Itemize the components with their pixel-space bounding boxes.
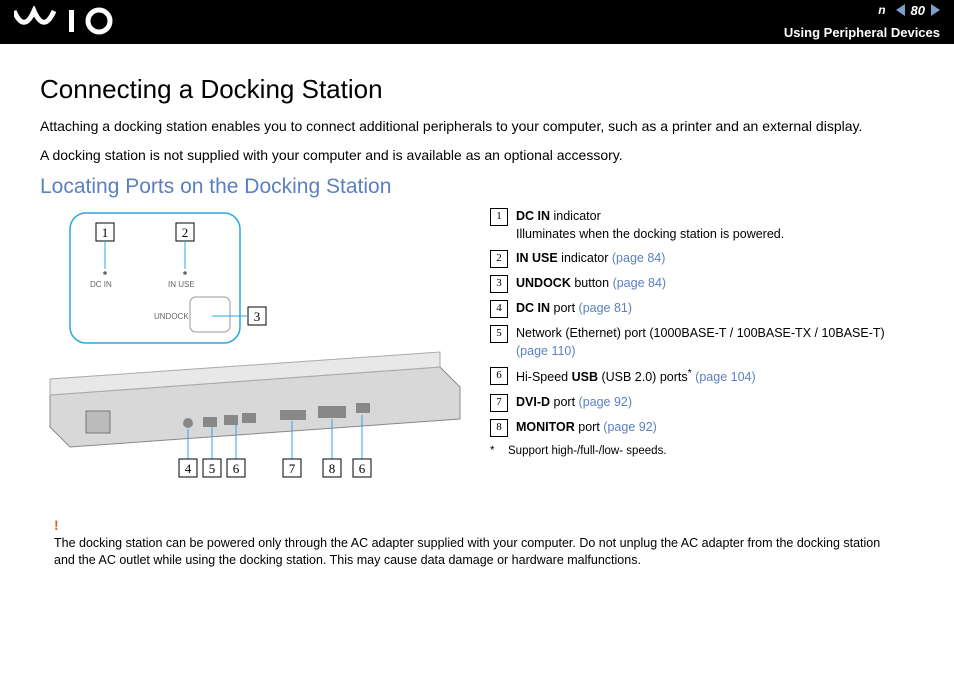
intro-paragraph-2: A docking station is not supplied with y… (40, 146, 914, 165)
ports-legend: 1 DC IN indicatorIlluminates when the do… (490, 207, 914, 459)
legend-text: Network (Ethernet) port (1000BASE-T / 10… (516, 324, 914, 360)
legend-item-6: 6 Hi-Speed USB (USB 2.0) ports* (page 10… (490, 366, 914, 386)
callout-3: 3 (254, 309, 261, 324)
n-mark: n (874, 2, 889, 18)
label-dc-in: DC IN (90, 280, 112, 289)
legend-num: 8 (490, 419, 508, 437)
section-title: Using Peripheral Devices (784, 25, 940, 40)
page-navigation: n 80 (874, 2, 940, 18)
legend-item-7: 7 DVI-D port (page 92) (490, 393, 914, 412)
label-in-use: IN USE (168, 280, 195, 289)
footnote-mark: * (490, 443, 498, 460)
warning-text: The docking station can be powered only … (54, 536, 880, 567)
callout-2: 2 (182, 225, 189, 240)
header-bar: n 80 Using Peripheral Devices (0, 0, 954, 44)
legend-text: Hi-Speed USB (USB 2.0) ports* (page 104) (516, 366, 756, 386)
legend-text: DVI-D port (page 92) (516, 393, 632, 411)
diagram-svg: DC IN IN USE UNDOCK 1 2 3 (40, 207, 470, 487)
label-undock: UNDOCK (154, 312, 189, 321)
legend-text: DC IN indicatorIlluminates when the dock… (516, 207, 784, 243)
callout-5: 5 (209, 461, 216, 476)
warning-icon: ! (54, 516, 900, 535)
docking-station-diagram: DC IN IN USE UNDOCK 1 2 3 (40, 207, 470, 492)
callout-8: 8 (329, 461, 336, 476)
legend-num: 4 (490, 300, 508, 318)
legend-num: 2 (490, 250, 508, 268)
docking-body (50, 352, 460, 447)
legend-item-5: 5 Network (Ethernet) port (1000BASE-T / … (490, 324, 914, 360)
legend-num: 6 (490, 367, 508, 385)
legend-item-4: 4 DC IN port (page 81) (490, 299, 914, 318)
legend-item-2: 2 IN USE indicator (page 84) (490, 249, 914, 268)
callout-6a: 6 (233, 461, 240, 476)
next-page-icon[interactable] (931, 4, 940, 16)
page-body: Connecting a Docking Station Attaching a… (0, 44, 954, 578)
prev-page-icon[interactable] (896, 4, 905, 16)
callout-6b: 6 (359, 461, 366, 476)
legend-num: 1 (490, 208, 508, 226)
vaio-logo (14, 6, 124, 36)
legend-item-3: 3 UNDOCK button (page 84) (490, 274, 914, 293)
warning-note: ! The docking station can be powered onl… (54, 516, 900, 569)
legend-text: UNDOCK button (page 84) (516, 274, 666, 292)
footnote: * Support high-/full-/low- speeds. (490, 443, 914, 460)
legend-num: 7 (490, 394, 508, 412)
legend-text: DC IN port (page 81) (516, 299, 632, 317)
legend-text: MONITOR port (page 92) (516, 418, 657, 436)
section-heading: Locating Ports on the Docking Station (40, 175, 914, 199)
callout-1: 1 (102, 225, 109, 240)
page-title: Connecting a Docking Station (40, 74, 914, 105)
legend-num: 3 (490, 275, 508, 293)
legend-text: IN USE indicator (page 84) (516, 249, 665, 267)
legend-item-1: 1 DC IN indicatorIlluminates when the do… (490, 207, 914, 243)
callout-7: 7 (289, 461, 296, 476)
legend-num: 5 (490, 325, 508, 343)
footnote-text: Support high-/full-/low- speeds. (508, 443, 667, 460)
intro-paragraph-1: Attaching a docking station enables you … (40, 117, 914, 136)
page-number: 80 (911, 3, 925, 18)
callout-4: 4 (185, 461, 192, 476)
intro-text: Attaching a docking station enables you … (40, 117, 914, 165)
legend-item-8: 8 MONITOR port (page 92) (490, 418, 914, 437)
